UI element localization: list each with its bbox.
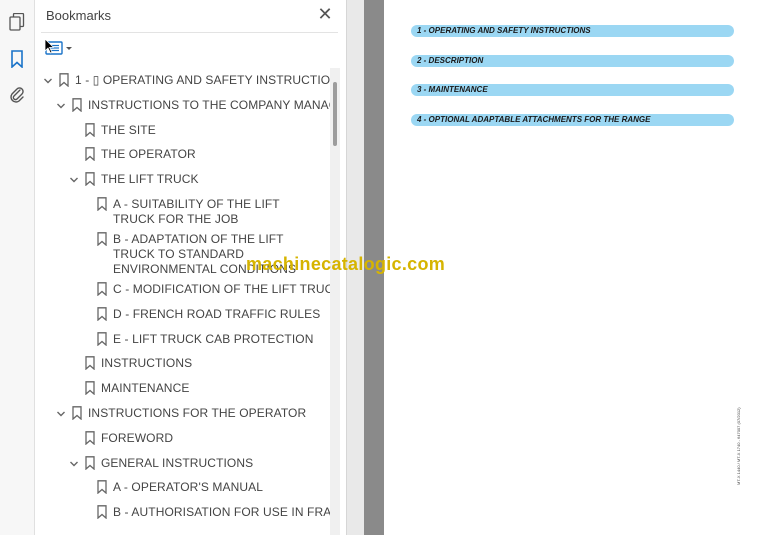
bookmark-label: THE SITE [101, 122, 156, 137]
bookmark-label: THE OPERATOR [101, 147, 196, 162]
bookmark-item[interactable]: 1 - ▯ OPERATING AND SAFETY INSTRUCTIONS [35, 73, 335, 95]
bookmark-icon [97, 306, 107, 321]
bookmark-icon [85, 381, 95, 396]
paperclip-icon[interactable] [5, 82, 29, 106]
chevron-down-icon[interactable] [56, 409, 66, 419]
bookmark-icon [97, 282, 107, 296]
bookmark-item[interactable]: THE SITE [35, 123, 325, 145]
bookmark-icon [97, 480, 107, 495]
bookmark-item[interactable]: THE LIFT TRUCK [35, 172, 325, 194]
bookmark-item[interactable]: B - AUTHORISATION FOR USE IN FRANCE [35, 505, 335, 527]
bookmark-item[interactable]: INSTRUCTIONS FOR THE OPERATOR [35, 406, 325, 428]
bookmark-tree: 1 - ▯ OPERATING AND SAFETY INSTRUCTIONS I… [35, 68, 335, 535]
bookmark-label: B - AUTHORISATION FOR USE IN FRANCE [113, 505, 335, 520]
watermark: machinecatalogic.com [246, 254, 446, 274]
bookmark-icon [85, 172, 95, 187]
bookmark-icon [85, 356, 95, 371]
bookmark-label: INSTRUCTIONS TO THE COMPANY MANAGER [88, 97, 335, 112]
bookmark-label: INSTRUCTIONS FOR THE OPERATOR [88, 406, 307, 420]
panel-title: Bookmarks [46, 8, 112, 23]
bookmark-label: THE LIFT TRUCK [101, 172, 199, 187]
bookmark-label: A - OPERATOR'S MANUAL [113, 480, 263, 495]
chevron-down-icon[interactable] [56, 101, 66, 111]
bookmark-label: MAINTENANCE [101, 381, 190, 396]
pages-icon[interactable] [5, 10, 29, 34]
bookmark-icon [59, 73, 69, 87]
bookmark-icon [97, 505, 107, 520]
bookmark-label: FOREWORD [101, 430, 174, 445]
bookmark-item[interactable]: C - MODIFICATION OF THE LIFT TRUCK [35, 282, 335, 304]
bookmark-item[interactable]: THE OPERATOR [35, 147, 325, 169]
bookmark-icon [85, 430, 95, 445]
bookmark-item[interactable]: FOREWORD [35, 431, 325, 453]
bookmark-item[interactable]: GENERAL INSTRUCTIONS [35, 456, 325, 478]
bookmark-item[interactable]: INSTRUCTIONS [35, 356, 325, 378]
scrollbar-thumb[interactable] [333, 82, 337, 146]
bookmark-label: C - MODIFICATION OF THE LIFT TRUCK [113, 282, 335, 296]
bookmark-item[interactable]: MAINTENANCE [35, 381, 325, 403]
bookmark-icon [72, 406, 82, 420]
bookmark-icon [97, 331, 107, 346]
bookmark-label: INSTRUCTIONS [101, 356, 193, 371]
bookmark-icon [72, 97, 82, 112]
bookmark-icon [85, 147, 95, 162]
panel-divider [41, 32, 338, 33]
chevron-down-icon[interactable] [69, 459, 79, 469]
bookmark-item[interactable]: A - OPERATOR'S MANUAL [35, 480, 325, 502]
bookmark-item[interactable]: D - FRENCH ROAD TRAFFIC RULES [35, 307, 325, 329]
toc-entry-description[interactable]: 2 - DESCRIPTION [411, 55, 734, 67]
mouse-cursor-icon [44, 38, 54, 54]
bookmark-item[interactable]: INSTRUCTIONS TO THE COMPANY MANAGER [35, 97, 335, 120]
chevron-down-icon[interactable] [69, 175, 79, 185]
bookmark-icon [97, 197, 107, 211]
bookmark-label: 1 - ▯ OPERATING AND SAFETY INSTRUCTIONS [75, 73, 335, 87]
bookmark-label: E - LIFT TRUCK CAB PROTECTION [113, 331, 314, 346]
bookmark-icon [97, 232, 107, 246]
bookmark-icon[interactable] [5, 47, 29, 71]
toc-entry-maintenance[interactable]: 3 - MAINTENANCE [411, 84, 734, 96]
tool-rail [0, 0, 35, 535]
toc-entry-operating[interactable]: 1 - OPERATING AND SAFETY INSTRUCTIONS [411, 25, 734, 37]
bookmark-label: GENERAL INSTRUCTIONS [101, 455, 254, 470]
bookmark-label: D - FRENCH ROAD TRAFFIC RULES [113, 306, 321, 321]
bookmark-item[interactable]: E - LIFT TRUCK CAB PROTECTION [35, 332, 325, 354]
bookmark-icon [85, 122, 95, 137]
document-code: MT-X 1440 / MT-X 1740 - 647007 (07/2012) [736, 407, 741, 485]
close-icon[interactable]: ✕ [316, 5, 334, 23]
bookmark-label: A - SUITABILITY OF THE LIFT TRUCK FOR TH… [113, 197, 280, 226]
chevron-down-icon[interactable] [43, 76, 53, 86]
toc-entry-attachments[interactable]: 4 - OPTIONAL ADAPTABLE ATTACHMENTS FOR T… [411, 114, 734, 126]
bookmark-icon [85, 455, 95, 470]
bookmark-item[interactable]: B - ADAPTATION OF THE LIFT TRUCK TO STAN… [35, 232, 325, 276]
bookmark-item[interactable]: A - SUITABILITY OF THE LIFT TRUCK FOR TH… [35, 197, 325, 226]
